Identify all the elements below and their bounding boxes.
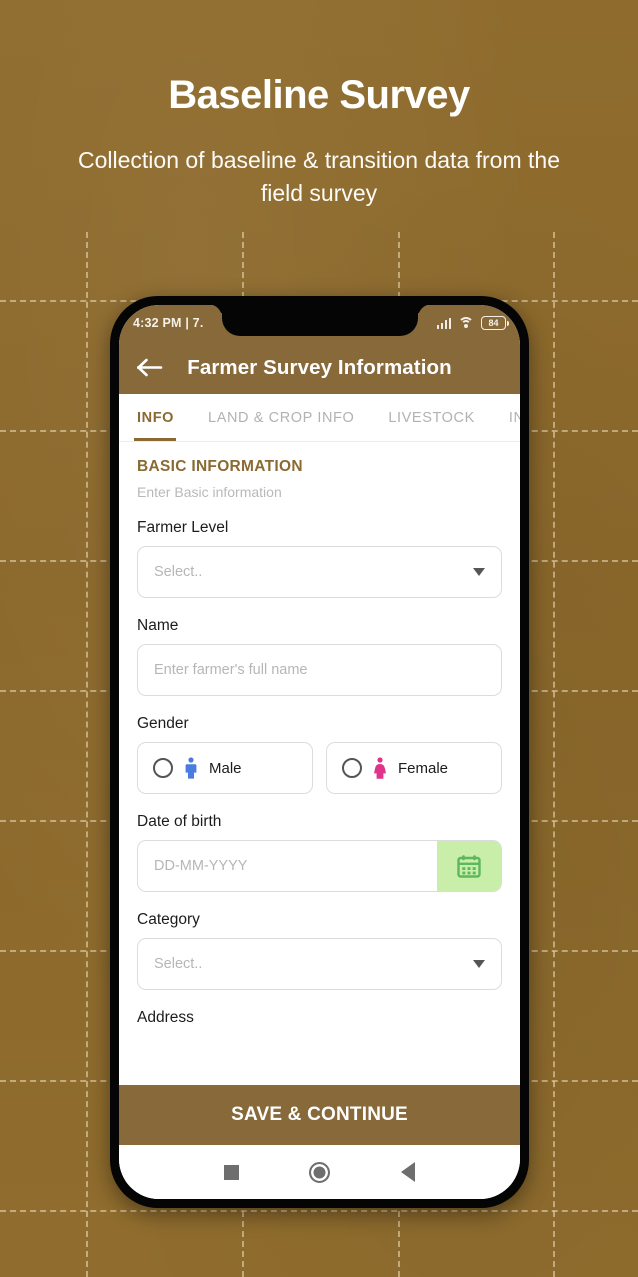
page-title: Baseline Survey	[168, 73, 470, 117]
tab-bar[interactable]: INFO LAND & CROP INFO LIVESTOCK INCO	[119, 394, 520, 442]
phone-notch	[221, 305, 418, 336]
calendar-picker-button[interactable]	[437, 841, 501, 891]
tab-land-and-crop-info[interactable]: LAND & CROP INFO	[191, 394, 371, 441]
battery-level-text: 84	[488, 317, 499, 328]
farmer-level-dropdown[interactable]: Select..	[137, 546, 502, 598]
radio-button-female[interactable]	[342, 758, 362, 778]
label-name: Name	[137, 617, 179, 634]
app-bar-title: Farmer Survey Information	[187, 355, 452, 379]
save-button-label: SAVE & CONTINUE	[231, 1104, 408, 1125]
section-subtitle: Enter Basic information	[137, 484, 282, 500]
back-triangle-icon[interactable]	[400, 1162, 415, 1182]
female-person-icon	[374, 757, 386, 779]
hero-header: Baseline Survey Collection of baseline &…	[0, 0, 638, 209]
label-category: Category	[137, 911, 200, 928]
male-person-icon	[185, 757, 197, 779]
radio-button-male[interactable]	[153, 758, 173, 778]
app-bar: Farmer Survey Information	[119, 341, 520, 394]
section-title-basic-information: BASIC INFORMATION	[137, 458, 303, 475]
gender-label-female: Female	[398, 759, 449, 777]
farmer-level-placeholder: Select..	[154, 564, 203, 580]
status-bar: 4:32 PM | 7. 84	[119, 305, 520, 341]
gender-label-male: Male	[209, 759, 242, 777]
tab-livestock[interactable]: LIVESTOCK	[371, 394, 492, 441]
battery-icon: 84	[481, 316, 509, 330]
recents-square-icon[interactable]	[224, 1164, 240, 1180]
name-placeholder: Enter farmer's full name	[154, 662, 308, 678]
back-arrow-icon[interactable]	[135, 353, 165, 383]
page-subtitle: Collection of baseline & transition data…	[78, 147, 560, 206]
label-gender: Gender	[137, 715, 189, 732]
home-circle-icon[interactable]	[309, 1161, 331, 1183]
date-of-birth-field[interactable]: DD-MM-YYYY	[137, 840, 502, 892]
phone-mockup: 4:32 PM | 7. 84 Farmer Survey Informatio…	[110, 296, 529, 1208]
wifi-icon	[458, 317, 474, 329]
signal-icon	[436, 317, 451, 329]
save-and-continue-button[interactable]: SAVE & CONTINUE	[119, 1085, 520, 1145]
android-navigation-bar[interactable]	[119, 1145, 520, 1199]
gender-radio-group[interactable]: Male Female	[137, 742, 502, 794]
chevron-down-icon	[473, 568, 485, 576]
tab-info[interactable]: INFO	[119, 394, 191, 441]
tab-income[interactable]: INCO	[492, 394, 520, 441]
form-scroll-area[interactable]: BASIC INFORMATION Enter Basic informatio…	[119, 442, 520, 1085]
label-address: Address	[137, 1009, 194, 1026]
label-date-of-birth: Date of birth	[137, 813, 222, 830]
label-farmer-level: Farmer Level	[137, 519, 229, 536]
status-bar-indicators: 84	[436, 316, 509, 330]
status-bar-time: 4:32 PM | 7.	[133, 316, 204, 330]
date-of-birth-placeholder[interactable]: DD-MM-YYYY	[138, 841, 437, 891]
phone-screen: 4:32 PM | 7. 84 Farmer Survey Informatio…	[119, 305, 520, 1199]
category-dropdown[interactable]: Select..	[137, 938, 502, 990]
category-placeholder: Select..	[154, 956, 203, 972]
chevron-down-icon	[473, 960, 485, 968]
name-input[interactable]: Enter farmer's full name	[137, 644, 502, 696]
gender-option-male[interactable]: Male	[137, 742, 313, 794]
calendar-icon	[457, 855, 481, 878]
gender-option-female[interactable]: Female	[326, 742, 502, 794]
